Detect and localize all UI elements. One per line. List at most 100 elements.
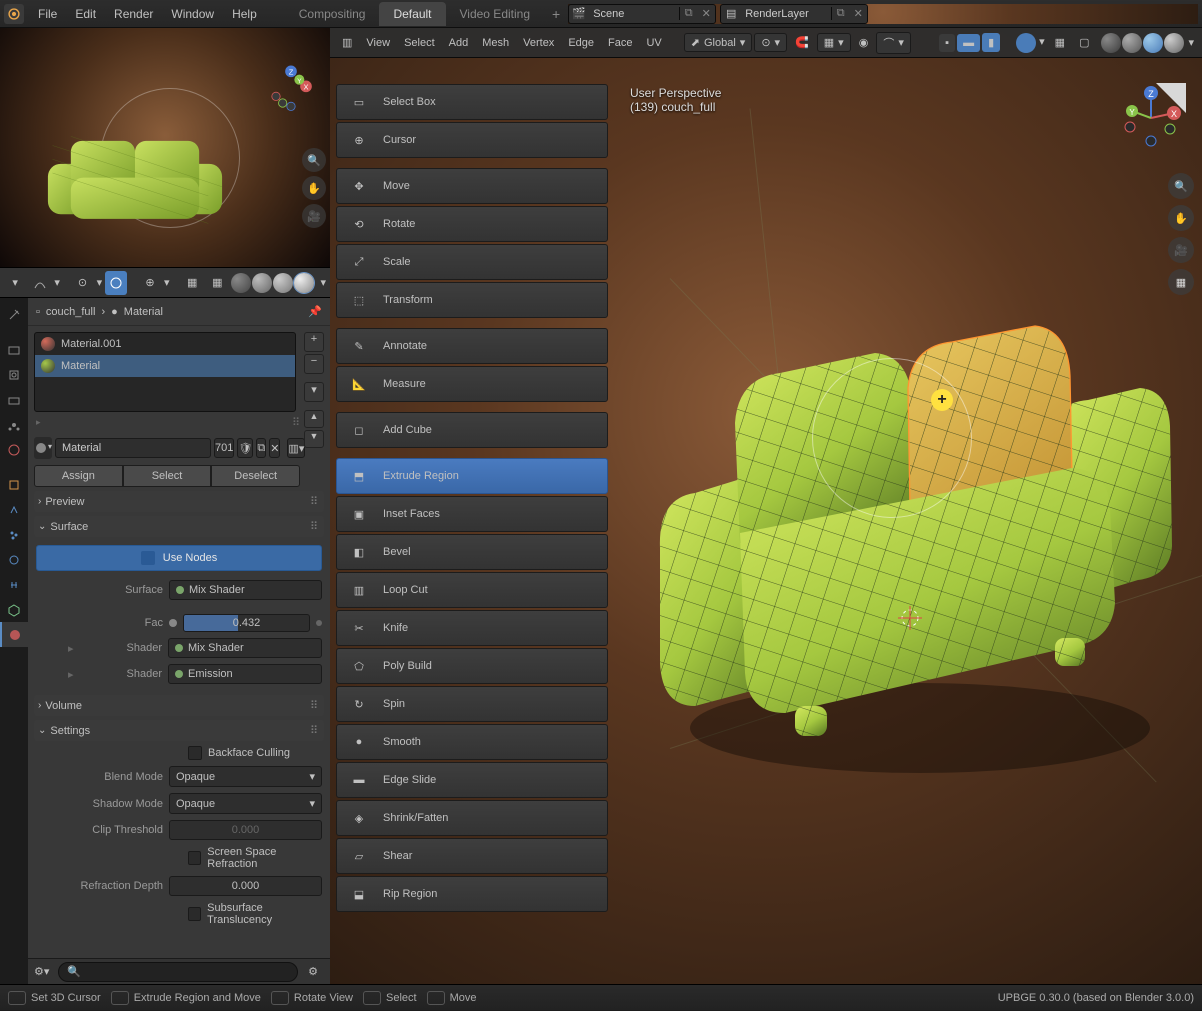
extrude-plus-icon[interactable]: + bbox=[931, 389, 953, 411]
proportional-edit-toggle[interactable] bbox=[105, 271, 127, 295]
shader2-dropdown[interactable]: Emission bbox=[168, 664, 322, 684]
workspace-tab-video-editing[interactable]: Video Editing bbox=[446, 2, 545, 26]
shade-wire-icon[interactable] bbox=[1101, 33, 1121, 53]
add-workspace-button[interactable]: + bbox=[544, 2, 568, 26]
vp-menu-edge[interactable]: Edge bbox=[562, 34, 600, 52]
tool-smooth[interactable]: ●Smooth bbox=[336, 724, 608, 760]
nodetree-dropdown[interactable]: ▥▾ bbox=[287, 438, 305, 458]
preview-nav-gizmo[interactable]: Z X Y bbox=[266, 63, 316, 113]
mesh-select-face-icon[interactable]: ▮ bbox=[982, 33, 1000, 52]
menu-edit[interactable]: Edit bbox=[67, 3, 104, 25]
material-slot[interactable]: Material bbox=[35, 355, 295, 377]
proportional-mode-dropdown[interactable]: ⌒▾ bbox=[876, 32, 911, 54]
gizmo-dropdown-icon[interactable]: ▾ bbox=[1037, 33, 1047, 53]
expand-icon[interactable]: ▸ bbox=[36, 417, 41, 428]
tool-scale[interactable]: ⤢Scale bbox=[336, 244, 608, 280]
shade-solid-icon[interactable] bbox=[1122, 33, 1142, 53]
snap-toggle-icon[interactable]: 🧲 bbox=[789, 33, 815, 52]
tool-rip-region[interactable]: ⬓Rip Region bbox=[336, 876, 608, 912]
overlay-1-dropdown-icon[interactable]: ▾ bbox=[164, 276, 170, 289]
xray-toggle-icon[interactable]: ▢ bbox=[1073, 33, 1095, 52]
mesh-select-vert-icon[interactable]: ▪ bbox=[939, 34, 955, 52]
expand-shader2-icon[interactable]: ▸ bbox=[68, 668, 78, 681]
viewlayer-selector[interactable]: ▤ ⧉ ✕ bbox=[720, 4, 868, 24]
assign-button[interactable]: Assign bbox=[34, 465, 123, 487]
tab-constraint[interactable] bbox=[0, 572, 28, 597]
keyframe-dot-icon[interactable] bbox=[316, 620, 322, 626]
refraction-depth-input[interactable]: 0.000 bbox=[169, 876, 322, 896]
editor-type-icon[interactable]: ▥ bbox=[336, 33, 358, 52]
material-moveup-button[interactable]: ▲ bbox=[304, 410, 324, 428]
viewlayer-name-input[interactable] bbox=[741, 8, 831, 20]
material-menu-button[interactable]: ▾ bbox=[304, 382, 324, 402]
tab-physics[interactable] bbox=[0, 547, 28, 572]
tool-poly-build[interactable]: ⬠Poly Build bbox=[336, 648, 608, 684]
vp-menu-select[interactable]: Select bbox=[398, 34, 441, 52]
tool-loop-cut[interactable]: ▥Loop Cut bbox=[336, 572, 608, 608]
shade-render-icon[interactable] bbox=[1164, 33, 1184, 53]
vp-pan-icon[interactable]: ✋ bbox=[1168, 205, 1194, 231]
pin-icon[interactable]: 📌 bbox=[308, 305, 322, 318]
editor-dropdown-icon[interactable]: ▾ bbox=[4, 271, 26, 295]
shading-dropdown-icon[interactable]: ▾ bbox=[320, 276, 326, 289]
tab-material[interactable] bbox=[0, 622, 28, 647]
vp-persp-icon[interactable]: ▦ bbox=[1168, 269, 1194, 295]
shading-wireframe-ball[interactable] bbox=[231, 273, 251, 293]
scene-remove-icon[interactable]: ✕ bbox=[697, 7, 715, 20]
material-slot[interactable]: Material.001 bbox=[35, 333, 295, 355]
snap-mode-dropdown[interactable]: ▦▾ bbox=[817, 33, 851, 52]
panel-volume-header[interactable]: ›Volume⠿ bbox=[34, 695, 324, 716]
zoom-icon[interactable]: 🔍 bbox=[302, 148, 326, 172]
tool-annotate[interactable]: ✎Annotate bbox=[336, 328, 608, 364]
tool-move[interactable]: ✥Move bbox=[336, 168, 608, 204]
backface-culling-checkbox[interactable] bbox=[188, 746, 202, 760]
snap-icon[interactable]: ⊙ bbox=[71, 271, 93, 295]
tab-modifier[interactable] bbox=[0, 497, 28, 522]
tab-output[interactable] bbox=[0, 362, 28, 387]
preview-viewport[interactable]: Z X Y 🔍 ✋ 🎥 bbox=[0, 28, 330, 268]
shader1-dropdown[interactable]: Mix Shader bbox=[168, 638, 322, 658]
ssr-checkbox[interactable] bbox=[188, 851, 201, 865]
vp-menu-uv[interactable]: UV bbox=[640, 34, 667, 52]
tool-edge-slide[interactable]: ▬Edge Slide bbox=[336, 762, 608, 798]
breadcrumb-object[interactable]: couch_full bbox=[46, 306, 96, 318]
tool-knife[interactable]: ✂Knife bbox=[336, 610, 608, 646]
breadcrumb-material[interactable]: Material bbox=[124, 306, 163, 318]
pivot-dropdown[interactable]: ⊙▾ bbox=[754, 33, 787, 52]
tool-transform[interactable]: ⬚Transform bbox=[336, 282, 608, 318]
tab-world[interactable] bbox=[0, 437, 28, 462]
menu-window[interactable]: Window bbox=[163, 3, 222, 25]
material-copy-button[interactable]: ⧉ bbox=[256, 438, 266, 458]
sss-checkbox[interactable] bbox=[188, 907, 201, 921]
vp-menu-add[interactable]: Add bbox=[443, 34, 475, 52]
grip-icon[interactable]: ⠿ bbox=[292, 416, 300, 429]
tab-scene[interactable] bbox=[0, 412, 28, 437]
pan-icon[interactable]: ✋ bbox=[302, 176, 326, 200]
material-usercount[interactable]: 701 bbox=[214, 438, 234, 458]
tool-spin[interactable]: ↻Spin bbox=[336, 686, 608, 722]
viewport-nav-gizmo[interactable]: Z X Y bbox=[1116, 83, 1186, 153]
fake-user-toggle[interactable]: 🛡 bbox=[237, 438, 253, 458]
tab-data[interactable] bbox=[0, 597, 28, 622]
tab-object[interactable] bbox=[0, 472, 28, 497]
tool-bevel[interactable]: ◧Bevel bbox=[336, 534, 608, 570]
overlay-icon-1[interactable]: ⊕ bbox=[139, 271, 161, 295]
shade-material-icon[interactable] bbox=[1143, 33, 1163, 53]
overlay-icon-3[interactable]: ▦ bbox=[206, 271, 228, 295]
vp-menu-mesh[interactable]: Mesh bbox=[476, 34, 515, 52]
tool-add-cube[interactable]: ◻Add Cube bbox=[336, 412, 608, 448]
material-unlink-button[interactable]: ✕ bbox=[269, 438, 280, 458]
overlay-icon-2[interactable]: ▦ bbox=[181, 271, 203, 295]
viewlayer-remove-icon[interactable]: ✕ bbox=[849, 7, 867, 20]
shading-menu-dropdown-icon[interactable]: ▾ bbox=[1186, 34, 1196, 51]
scene-name-input[interactable] bbox=[589, 8, 679, 20]
tool-shrink-fatten[interactable]: ◈Shrink/Fatten bbox=[336, 800, 608, 836]
material-name-input[interactable] bbox=[55, 438, 211, 458]
properties-search-input[interactable] bbox=[58, 962, 298, 982]
pivot-dropdown-icon[interactable]: ▾ bbox=[54, 276, 60, 289]
extrude-gizmo[interactable]: + bbox=[812, 358, 972, 518]
tab-particles[interactable] bbox=[0, 522, 28, 547]
tool-measure[interactable]: 📐Measure bbox=[336, 366, 608, 402]
overlay-toggle-icon[interactable]: ▦ bbox=[1049, 33, 1071, 52]
shading-rendered-ball[interactable] bbox=[294, 273, 314, 293]
